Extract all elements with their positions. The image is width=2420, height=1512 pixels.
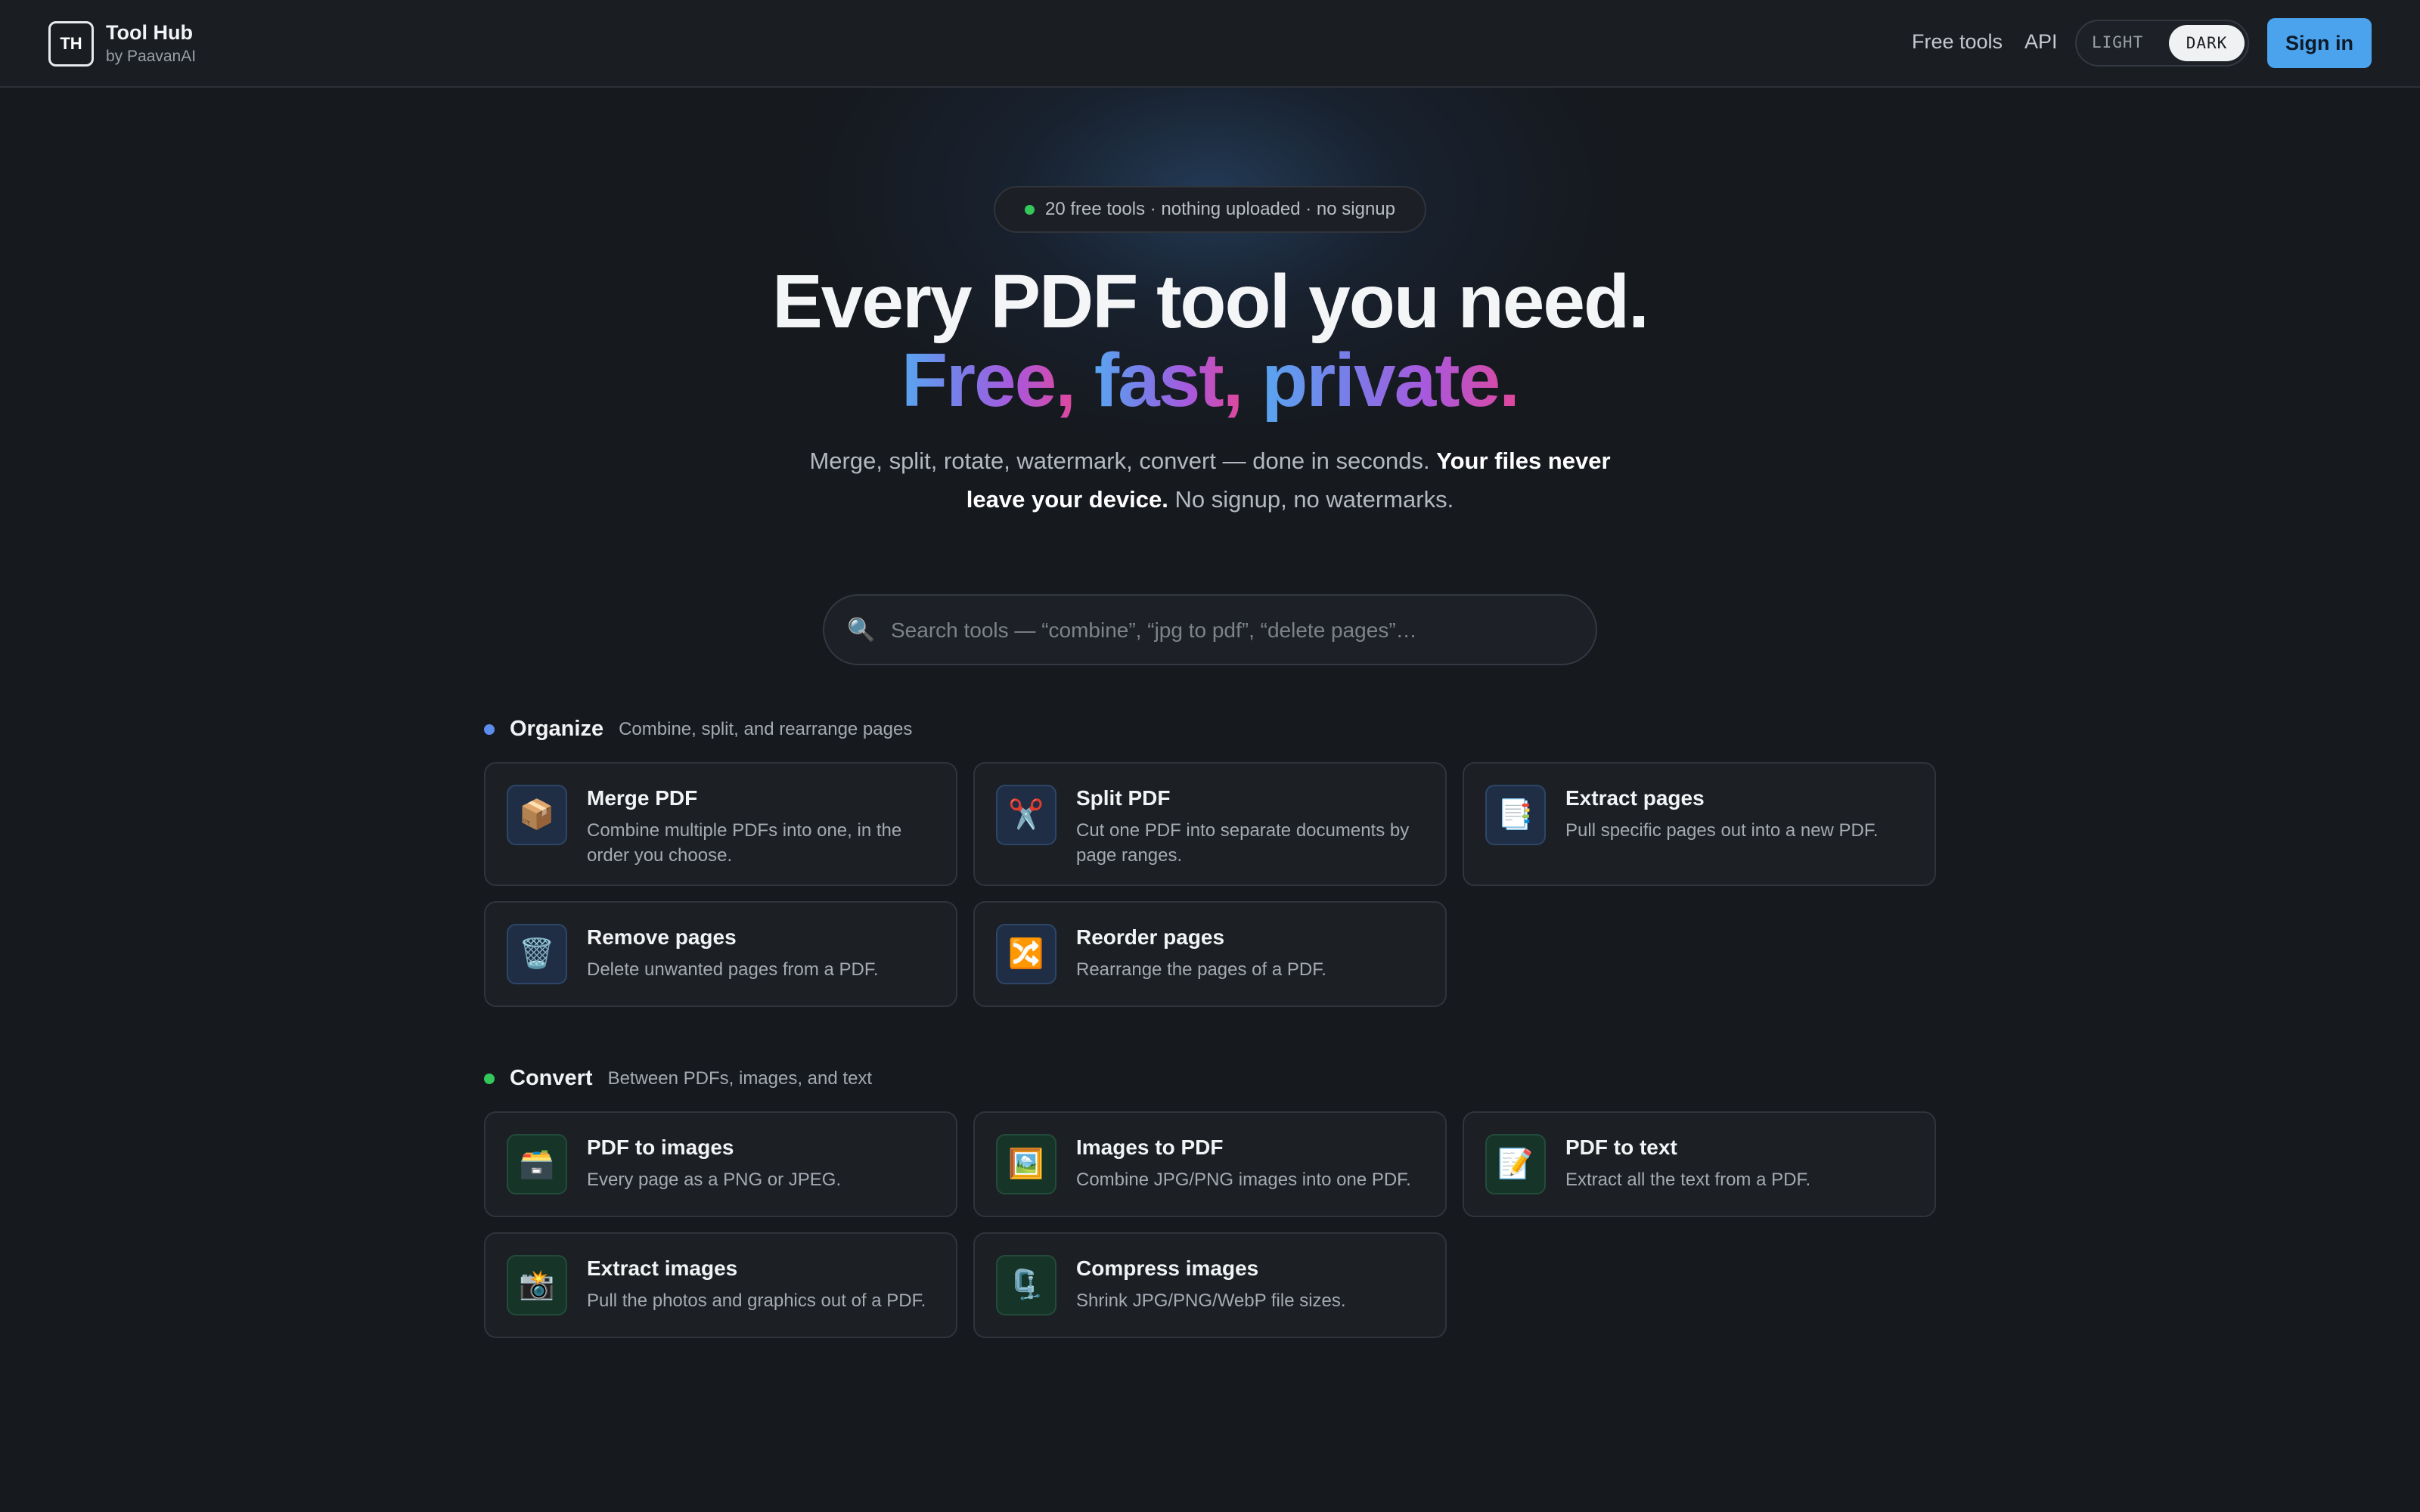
framed-picture-icon: 🖼️ — [996, 1134, 1056, 1194]
shuffle-icon: 🔀 — [996, 924, 1056, 984]
tool-title: Images to PDF — [1076, 1136, 1224, 1159]
tool-title: Merge PDF — [587, 786, 698, 810]
tool-card-compress-images[interactable]: 🗜️ Compress images Shrink JPG/PNG/WebP f… — [973, 1232, 1447, 1338]
status-dot-icon — [1025, 204, 1035, 215]
camera-flash-icon: 📸 — [507, 1255, 567, 1315]
tool-description: Pull specific pages out into a new PDF. — [1565, 820, 1879, 841]
hero-tagline: Free, fast, private. — [0, 339, 2420, 422]
tool-description: Rearrange the pages of a PDF. — [1076, 959, 1326, 980]
tool-card-remove-pages[interactable]: 🗑️ Remove pages Delete unwanted pages fr… — [484, 901, 957, 1007]
lead-text-2: No signup, no watermarks. — [1168, 486, 1454, 513]
tool-description: Combine multiple PDFs into one, in the o… — [587, 820, 902, 866]
tagline-private: private. — [1261, 338, 1520, 423]
tool-description: Shrink JPG/PNG/WebP file sizes. — [1076, 1290, 1346, 1311]
tagline-free: Free, — [901, 338, 1076, 423]
hero-title: Every PDF tool you need. — [772, 259, 1649, 344]
clamp-icon: 🗜️ — [996, 1255, 1056, 1315]
nav-free-tools-link[interactable]: Free tools — [1912, 30, 2003, 54]
card-file-box-icon: 🗃️ — [507, 1134, 567, 1194]
hero-description: Merge, split, rotate, watermark, convert… — [786, 442, 1634, 519]
tool-description: Cut one PDF into separate documents by p… — [1076, 820, 1410, 866]
package-icon: 📦 — [507, 785, 567, 845]
tool-title: Extract pages — [1565, 786, 1705, 810]
tool-title: Extract images — [587, 1256, 738, 1280]
tool-title: Remove pages — [587, 925, 737, 949]
memo-icon: 📝 — [1485, 1134, 1546, 1194]
tool-description: Delete unwanted pages from a PDF. — [587, 959, 879, 980]
organize-section-header: Organize Combine, split, and rearrange p… — [484, 717, 912, 742]
tool-title: Reorder pages — [1076, 925, 1225, 949]
tool-title: Split PDF — [1076, 786, 1171, 810]
search-bar[interactable]: 🔍 — [823, 594, 1597, 665]
tool-description: Combine JPG/PNG images into one PDF. — [1076, 1170, 1411, 1190]
convert-title: Convert — [510, 1066, 593, 1090]
tool-card-extract-pages[interactable]: 📑 Extract pages Pull specific pages out … — [1463, 762, 1936, 886]
organize-description: Combine, split, and rearrange pages — [619, 718, 913, 739]
scissors-icon: ✂️ — [996, 785, 1056, 845]
tool-title: PDF to text — [1565, 1136, 1677, 1159]
theme-toggle[interactable]: LIGHT DARK — [2075, 20, 2249, 67]
status-pill-text: 20 free tools · nothing uploaded · no si… — [1045, 199, 1395, 219]
tool-title: Compress images — [1076, 1256, 1259, 1280]
brand-name[interactable]: Tool Hub — [106, 21, 193, 45]
theme-light-option[interactable]: LIGHT — [2092, 33, 2143, 51]
logo-icon[interactable]: TH — [48, 21, 94, 67]
search-input[interactable] — [891, 609, 1571, 652]
tool-card-pdf-to-text[interactable]: 📝 PDF to text Extract all the text from … — [1463, 1111, 1936, 1217]
sign-in-button[interactable]: Sign in — [2267, 18, 2372, 68]
tagline-fast: fast, — [1094, 338, 1244, 423]
tool-card-merge-pdf[interactable]: 📦 Merge PDF Combine multiple PDFs into o… — [484, 762, 957, 886]
organize-dot-icon — [484, 723, 495, 735]
nav-api-link[interactable]: API — [2024, 30, 2058, 54]
theme-dark-option[interactable]: DARK — [2169, 25, 2245, 61]
status-pill: 20 free tools · nothing uploaded · no si… — [994, 186, 1426, 233]
tool-card-extract-images[interactable]: 📸 Extract images Pull the photos and gra… — [484, 1232, 957, 1338]
organize-title: Organize — [510, 717, 604, 741]
tool-card-images-to-pdf[interactable]: 🖼️ Images to PDF Combine JPG/PNG images … — [973, 1111, 1447, 1217]
tool-card-reorder-pages[interactable]: 🔀 Reorder pages Rearrange the pages of a… — [973, 901, 1447, 1007]
convert-description: Between PDFs, images, and text — [607, 1067, 873, 1089]
brand-subtitle: by PaavanAI — [106, 48, 197, 65]
convert-section-header: Convert Between PDFs, images, and text — [484, 1066, 872, 1091]
wastebasket-icon: 🗑️ — [507, 924, 567, 984]
search-icon: 🔍 — [847, 618, 876, 643]
tool-description: Every page as a PNG or JPEG. — [587, 1170, 842, 1190]
tool-card-pdf-to-images[interactable]: 🗃️ PDF to images Every page as a PNG or … — [484, 1111, 957, 1217]
lead-text-1: Merge, split, rotate, watermark, convert… — [809, 448, 1437, 474]
tool-description: Pull the photos and graphics out of a PD… — [587, 1290, 926, 1311]
convert-dot-icon — [484, 1073, 495, 1084]
tool-description: Extract all the text from a PDF. — [1565, 1170, 1811, 1190]
tool-card-split-pdf[interactable]: ✂️ Split PDF Cut one PDF into separate d… — [973, 762, 1447, 886]
tool-title: PDF to images — [587, 1136, 734, 1159]
bookmark-tabs-icon: 📑 — [1485, 785, 1546, 845]
top-bar: TH Tool Hub by PaavanAI Free tools API L… — [0, 0, 2420, 88]
